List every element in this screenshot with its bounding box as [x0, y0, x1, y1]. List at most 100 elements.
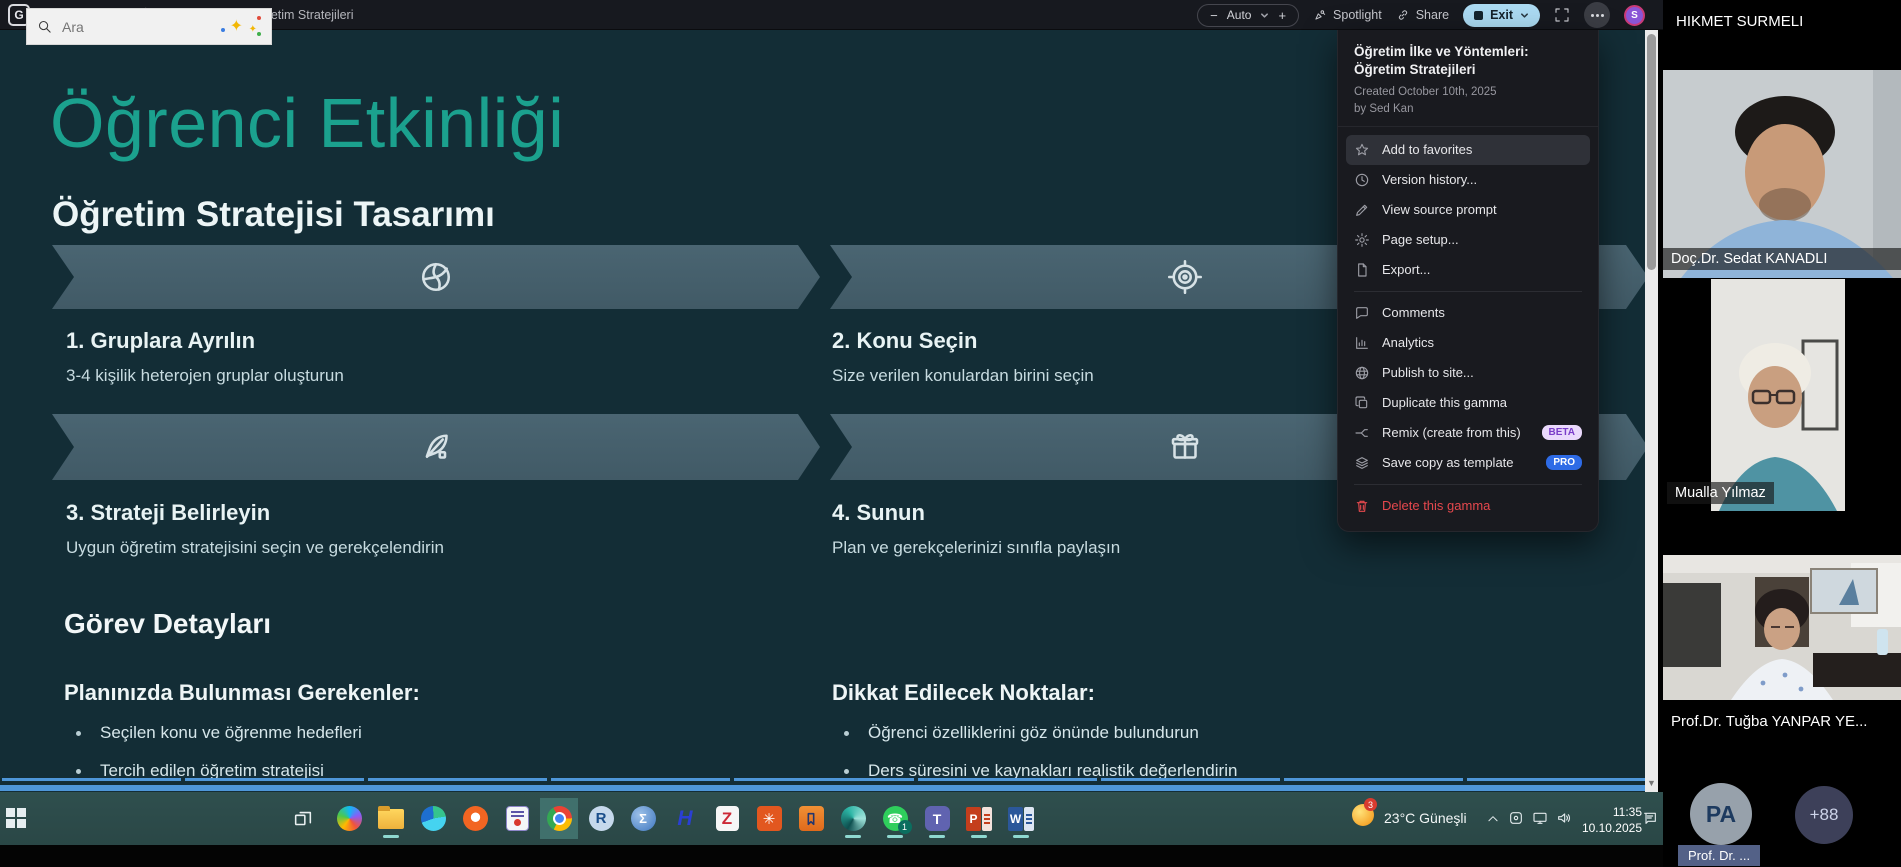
details-column-heading: Planınızda Bulunması Gerekenler:: [64, 680, 420, 706]
copilot-icon: [337, 806, 362, 831]
clock-icon: [1354, 172, 1370, 188]
exit-present-button[interactable]: Exit: [1463, 4, 1540, 27]
menu-item-add-to-favorites[interactable]: Add to favorites: [1346, 135, 1590, 165]
page-scrollbar[interactable]: ▼: [1645, 30, 1658, 792]
spotlight-icon: [1313, 8, 1327, 22]
taskbar-app-orange-bookmark[interactable]: [792, 798, 830, 839]
screen-bottom-strip: [0, 845, 1663, 867]
appbar-actions: − Auto + Spotlight Share Exit: [1197, 3, 1645, 27]
taskbar-app-copilot[interactable]: [330, 798, 368, 839]
share-button[interactable]: Share: [1396, 8, 1449, 22]
bullet-icon: [76, 731, 81, 736]
step-body: Uygun öğretim stratejisini seçin ve gere…: [66, 538, 444, 558]
user-avatar[interactable]: S: [1624, 5, 1645, 26]
teams-icon: T: [925, 806, 950, 831]
participant-tile[interactable]: HIKMET SURMELI: [1663, 0, 1901, 70]
details-column-heading: Dikkat Edilecek Noktalar:: [832, 680, 1095, 706]
step-body: Size verilen konulardan birini seçin: [832, 366, 1094, 386]
taskbar-app-word[interactable]: W: [1002, 798, 1040, 839]
powerpoint-icon: P: [966, 807, 992, 831]
taskbar-app-chrome[interactable]: [540, 798, 578, 839]
zoom-in-button[interactable]: +: [1278, 8, 1286, 23]
menu-item-view-source-prompt[interactable]: View source prompt: [1346, 195, 1590, 225]
whatsapp-badge: 1: [898, 820, 912, 834]
zoom-control[interactable]: − Auto +: [1197, 4, 1299, 27]
menu-item-remix[interactable]: Remix (create from this) BETA: [1346, 418, 1590, 448]
menu-item-save-as-template[interactable]: Save copy as template PRO: [1346, 448, 1590, 478]
taskbar-search[interactable]: ✦✦: [26, 8, 272, 45]
menu-item-duplicate[interactable]: Duplicate this gamma: [1346, 388, 1590, 418]
taskbar-app-r[interactable]: R: [582, 798, 620, 839]
tray-teams-icon[interactable]: [1508, 810, 1524, 826]
taskbar-app-file-explorer[interactable]: [372, 798, 410, 839]
participant-tile[interactable]: Prof.Dr. Tuğba YANPAR YE...: [1663, 555, 1901, 783]
remix-icon: [1354, 425, 1370, 441]
more-options-button[interactable]: [1584, 2, 1610, 28]
participant-avatar[interactable]: PA: [1690, 783, 1752, 845]
taskbar-app-firefox[interactable]: [456, 798, 494, 839]
weather-text[interactable]: 23°C Güneşli: [1384, 810, 1467, 826]
slide-subtitle: Öğretim Stratejisi Tasarımı: [52, 195, 495, 235]
taskbar-app-powerpoint[interactable]: P: [960, 798, 998, 839]
step-heading: 3. Strateji Belirleyin: [66, 500, 270, 526]
menu-header: Öğretim İlke ve Yöntemleri: Öğretim Stra…: [1338, 30, 1598, 127]
maxqda-icon: [841, 806, 866, 831]
chrome-icon: [547, 806, 572, 831]
exit-icon: [1474, 11, 1483, 20]
menu-divider: [1354, 291, 1582, 292]
notes-icon: [506, 806, 529, 831]
h-app-icon: H: [677, 807, 692, 831]
taskbar-app-spss[interactable]: Σ: [624, 798, 662, 839]
tray-chevron-up-icon[interactable]: [1486, 812, 1500, 826]
copilot-sparkles-icon: ✦✦: [209, 16, 261, 38]
fullscreen-button[interactable]: [1554, 7, 1570, 23]
menu-item-page-setup[interactable]: Page setup...: [1346, 225, 1590, 255]
menu-item-publish-to-site[interactable]: Publish to site...: [1346, 358, 1590, 388]
slide-title: Öğrenci Etkinliği: [50, 83, 564, 163]
menu-item-comments[interactable]: Comments: [1346, 298, 1590, 328]
zoom-level[interactable]: Auto: [1227, 8, 1252, 22]
scrollbar-down-arrow[interactable]: ▼: [1647, 778, 1656, 788]
taskbar-app-h[interactable]: H: [666, 798, 704, 839]
search-input[interactable]: [60, 18, 190, 36]
menu-item-version-history[interactable]: Version history...: [1346, 165, 1590, 195]
taskbar-app-zotero[interactable]: Z: [708, 798, 746, 839]
pencil-icon: [1354, 202, 1370, 218]
word-icon: W: [1008, 807, 1034, 831]
task-view-button[interactable]: [284, 798, 322, 839]
participant-tile[interactable]: Mualla Yılmaz: [1663, 278, 1901, 518]
taskbar-app-notes[interactable]: [498, 798, 536, 839]
taskbar-clock[interactable]: 11:35 10.10.2025: [1578, 805, 1642, 836]
taskbar-app-maxqda[interactable]: [834, 798, 872, 839]
zoom-out-button[interactable]: −: [1210, 8, 1218, 23]
taskbar-app-amos[interactable]: ✳: [750, 798, 788, 839]
taskbar-app-teams[interactable]: T: [918, 798, 956, 839]
whatsapp-icon: ☎ 1: [883, 806, 908, 831]
tray-volume-icon[interactable]: [1556, 810, 1572, 826]
menu-doc-title: Öğretim İlke ve Yöntemleri: Öğretim Stra…: [1354, 43, 1582, 79]
bullet-icon: [76, 769, 81, 774]
chevron-down-icon: [1260, 11, 1269, 20]
menu-item-analytics[interactable]: Analytics: [1346, 328, 1590, 358]
taskbar-app-whatsapp[interactable]: ☎ 1: [876, 798, 914, 839]
menu-item-export[interactable]: Export...: [1346, 255, 1590, 285]
task-view-icon: [292, 808, 314, 830]
tray-network-icon[interactable]: [1532, 810, 1548, 826]
participant-avatar-label: Prof. Dr. ...: [1678, 845, 1760, 866]
chart-icon: [1354, 335, 1370, 351]
scrollbar-thumb[interactable]: [1647, 34, 1656, 270]
participant-name: Mualla Yılmaz: [1667, 482, 1774, 504]
step-body: 3-4 kişilik heterojen gruplar oluşturun: [66, 366, 344, 386]
participants-overflow-count[interactable]: +88: [1795, 786, 1853, 844]
step-heading: 4. Sunun: [832, 500, 925, 526]
menu-item-delete[interactable]: Delete this gamma: [1346, 491, 1590, 521]
edge-icon: [421, 806, 446, 831]
step-banner-1: [52, 245, 820, 309]
spotlight-button[interactable]: Spotlight: [1313, 8, 1382, 22]
step-banner-3: [52, 414, 820, 480]
start-button[interactable]: [6, 808, 26, 828]
notification-center-icon[interactable]: [1642, 810, 1658, 826]
taskbar-app-edge[interactable]: [414, 798, 452, 839]
participant-tile[interactable]: Doç.Dr. Sedat KANADLI: [1663, 70, 1901, 278]
menu-author-line: by Sed Kan: [1354, 101, 1582, 117]
